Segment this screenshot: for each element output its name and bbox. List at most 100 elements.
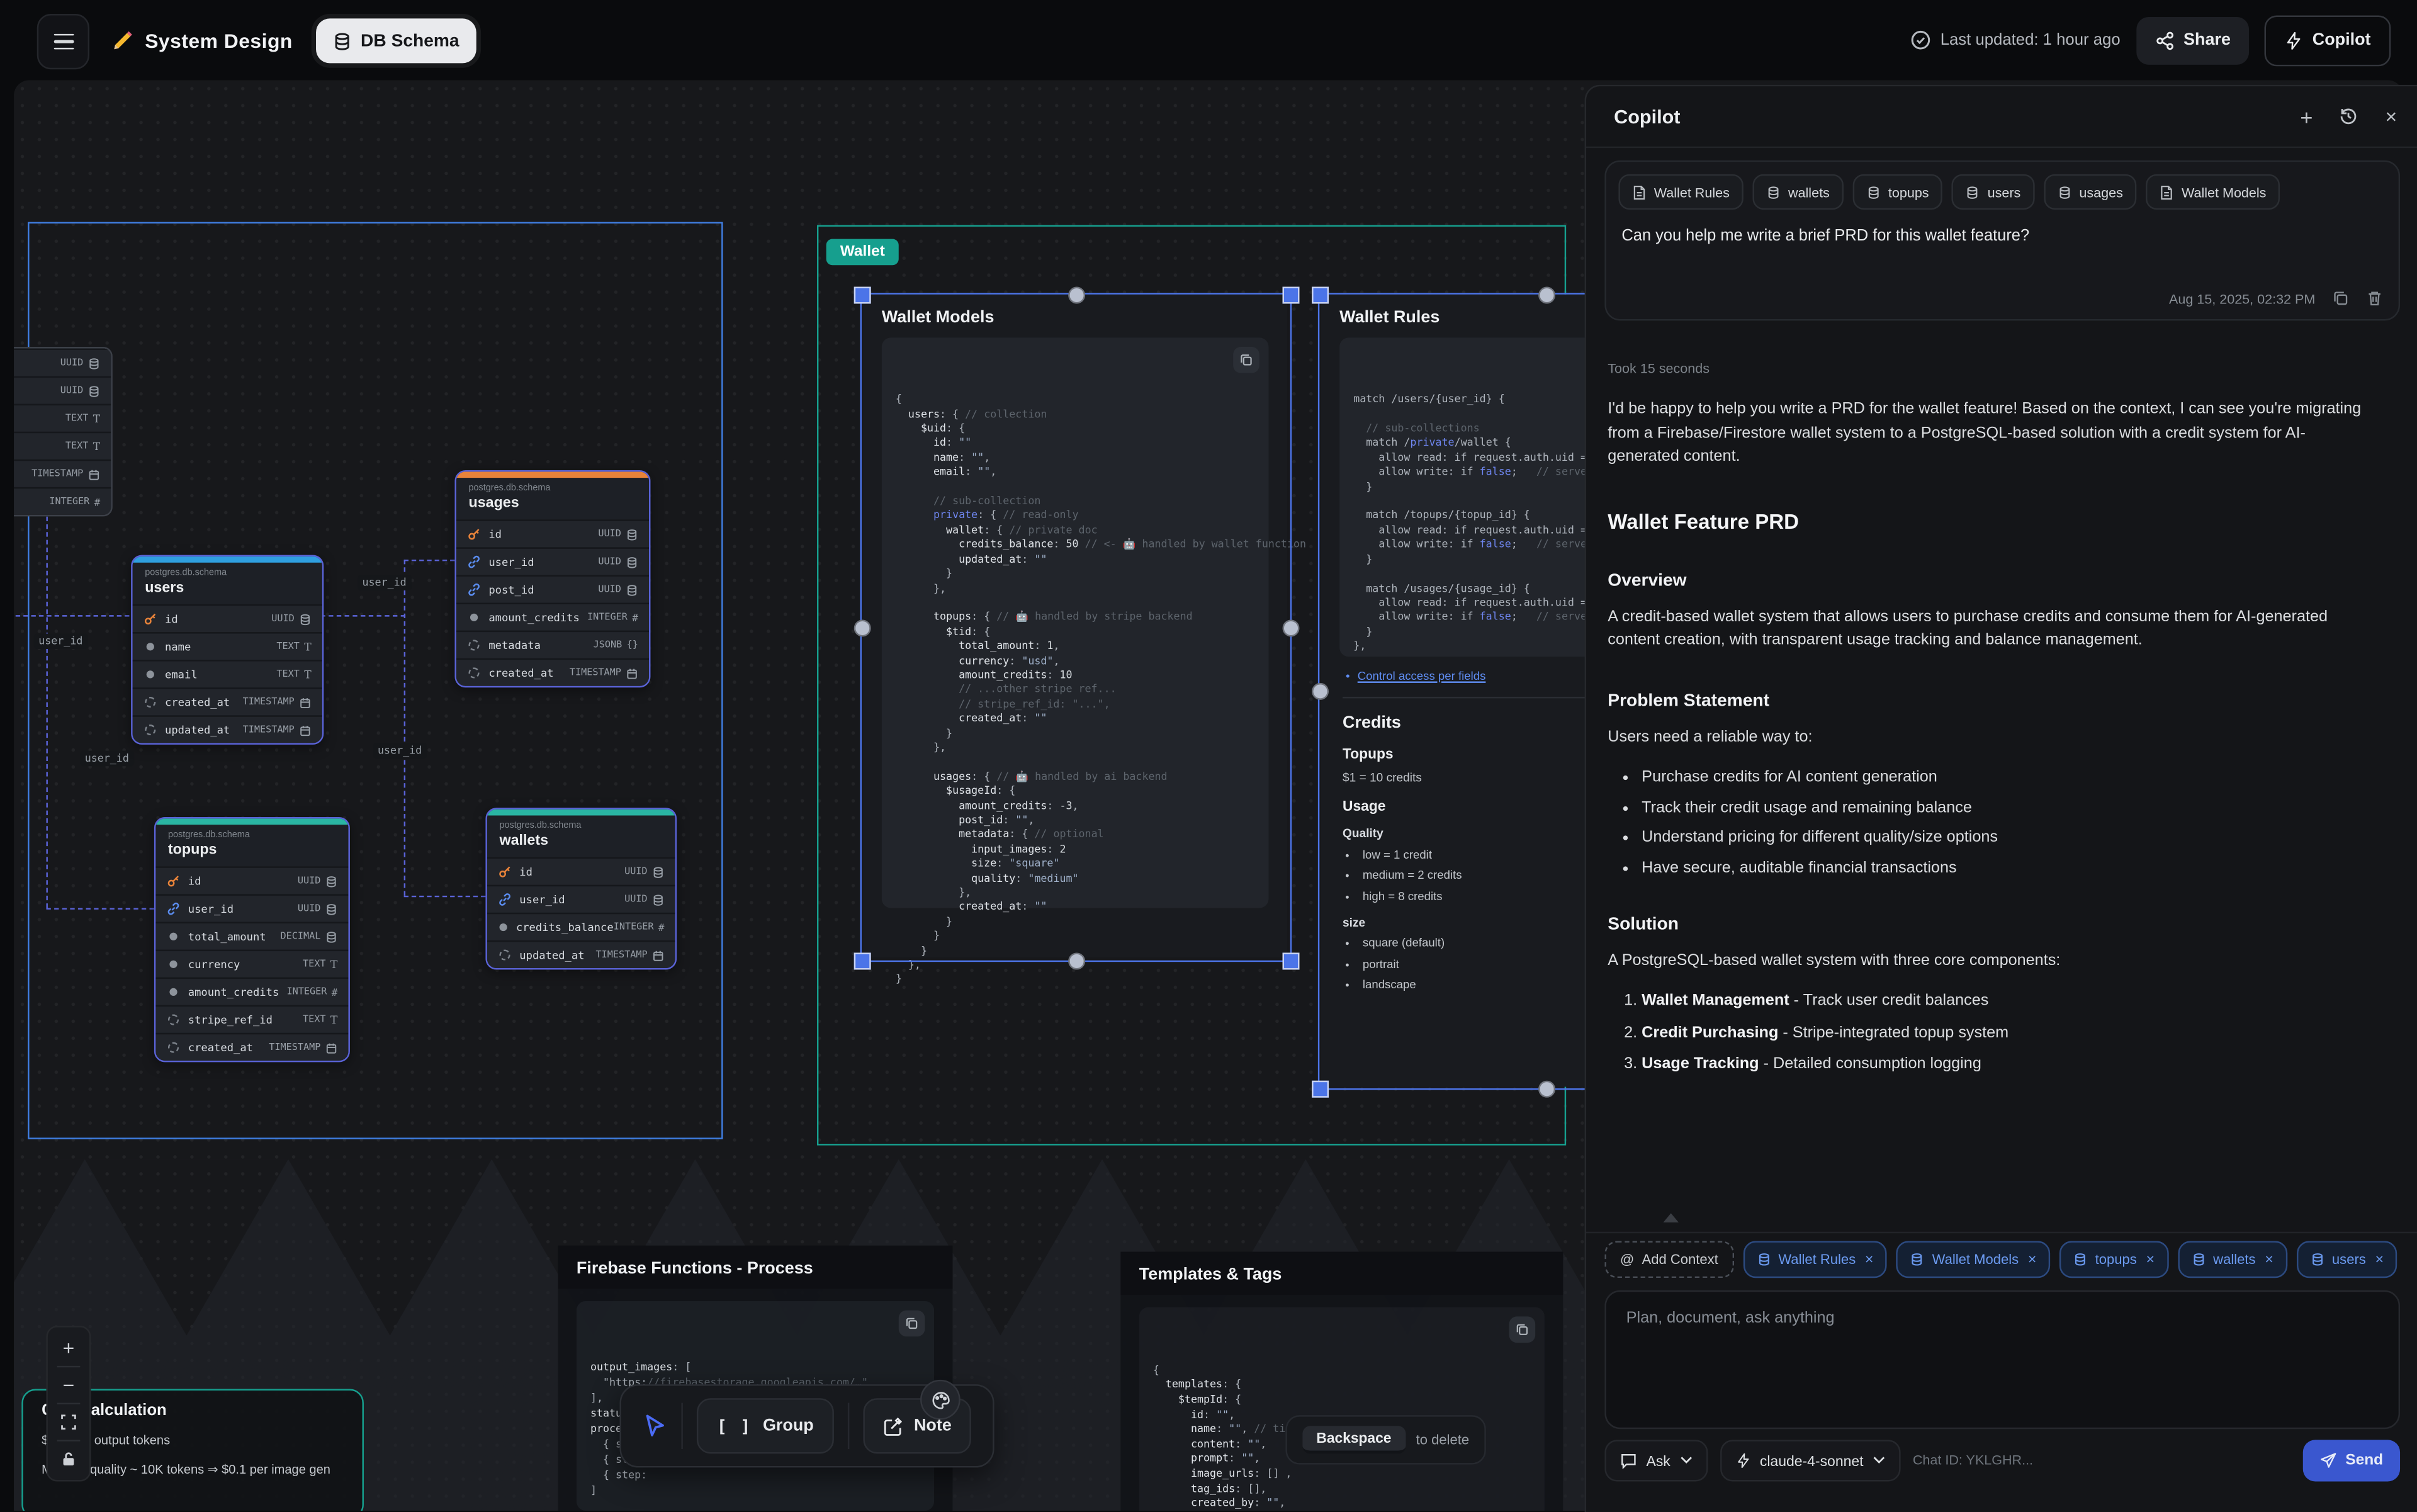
- table-topups[interactable]: postgres.db.schema topups id UUID: [154, 817, 350, 1062]
- table-field-row[interactable]: post_id UUID T#{}: [456, 575, 649, 602]
- input-context-chip[interactable]: topups ×: [2059, 1241, 2168, 1278]
- firebase-functions-panel[interactable]: Firebase Functions - Process output_imag…: [558, 1246, 953, 1511]
- context-chip[interactable]: topups: [1853, 174, 1943, 210]
- selection-handle[interactable]: [854, 287, 871, 304]
- context-chip[interactable]: users: [1952, 174, 2034, 210]
- remove-context-icon[interactable]: ×: [2265, 1251, 2273, 1268]
- copy-message-icon[interactable]: [2332, 290, 2349, 307]
- share-button[interactable]: Share: [2136, 16, 2249, 64]
- copy-code-button[interactable]: [899, 1311, 925, 1337]
- table-field-row[interactable]: id UUID T#{}: [487, 857, 675, 885]
- new-chat-icon[interactable]: +: [2300, 104, 2313, 128]
- input-context-chip[interactable]: Wallet Rules ×: [1743, 1241, 1888, 1278]
- input-context-chip[interactable]: users ×: [2297, 1241, 2398, 1278]
- send-button[interactable]: Send: [2302, 1439, 2400, 1481]
- selection-handle[interactable]: [1312, 287, 1329, 304]
- field-type-icon: T#{}: [88, 357, 101, 370]
- table-field-row[interactable]: TEXT T#{}: [14, 432, 111, 460]
- table-field-row[interactable]: updated_at TIMESTAMP T#{}: [133, 715, 322, 743]
- table-field-row[interactable]: id UUID T#{}: [133, 604, 322, 632]
- group-button[interactable]: [ ] Group: [697, 1398, 834, 1453]
- field-type-icon: T#{}: [325, 903, 338, 915]
- remove-context-icon[interactable]: ×: [2375, 1251, 2384, 1268]
- mode-select[interactable]: Ask: [1604, 1439, 1707, 1481]
- field-type-icon: T#{}: [299, 612, 312, 625]
- copy-code-button[interactable]: [1509, 1316, 1536, 1343]
- table-field-row[interactable]: INTEGER T#{}: [14, 487, 111, 515]
- context-chip-icon: [1757, 1252, 1771, 1267]
- note-icon: [883, 1416, 903, 1436]
- input-context-chip[interactable]: wallets ×: [2178, 1241, 2287, 1278]
- remove-context-icon[interactable]: ×: [2146, 1251, 2155, 1268]
- scroll-indicator[interactable]: [1663, 1213, 1678, 1222]
- table-usages[interactable]: postgres.db.schema usages id UUID: [454, 470, 650, 687]
- selection-handle[interactable]: [1538, 1081, 1555, 1098]
- table-wallets[interactable]: postgres.db.schema wallets id UUID: [485, 808, 677, 969]
- field-type-icon: T#{}: [626, 528, 638, 541]
- input-context-chip[interactable]: Wallet Models ×: [1896, 1241, 2050, 1278]
- style-palette-button[interactable]: [920, 1380, 961, 1420]
- table-users[interactable]: postgres.db.schema users id UUID: [131, 555, 324, 745]
- cursor-tool-icon[interactable]: [643, 1414, 667, 1438]
- table-field-row[interactable]: user_id UUID T#{}: [487, 885, 675, 913]
- table-field-row[interactable]: metadata JSONB T#{}: [456, 631, 649, 658]
- selection-handle[interactable]: [1068, 952, 1085, 969]
- table-field-row[interactable]: updated_at TIMESTAMP T#{}: [487, 940, 675, 968]
- pencil-icon: [111, 28, 134, 52]
- history-icon[interactable]: [2339, 106, 2359, 127]
- selection-handle[interactable]: [1283, 952, 1300, 969]
- table-field-row[interactable]: credits_balance INTEGER T#{}: [487, 913, 675, 940]
- table-field-row[interactable]: amount_credits INTEGER T#{}: [155, 978, 348, 1005]
- selection-handle[interactable]: [1283, 619, 1300, 636]
- add-context-button[interactable]: @ Add Context: [1604, 1241, 1733, 1278]
- zoom-in-button[interactable]: +: [48, 1330, 89, 1365]
- selection-handle[interactable]: [1283, 287, 1300, 304]
- table-field-row[interactable]: user_id UUID T#{}: [155, 894, 348, 922]
- table-field-row[interactable]: UUID T#{}: [14, 376, 111, 404]
- wallet-group-badge[interactable]: Wallet: [826, 239, 899, 266]
- table-field-row[interactable]: total_amount DECIMAL T#{}: [155, 922, 348, 949]
- message-timestamp: Aug 15, 2025, 02:32 PM: [2169, 291, 2315, 306]
- context-chip[interactable]: usages: [2044, 174, 2137, 210]
- chat-input[interactable]: Plan, document, ask anything: [1604, 1290, 2400, 1429]
- delete-message-icon[interactable]: [2366, 290, 2383, 307]
- context-chip[interactable]: wallets: [1753, 174, 1844, 210]
- table-field-row[interactable]: user_id UUID T#{}: [456, 547, 649, 575]
- copy-code-button[interactable]: [1233, 347, 1259, 373]
- wallet-models-panel[interactable]: Wallet Models { users: { // collection $…: [863, 295, 1287, 957]
- selection-handle[interactable]: [1312, 1081, 1329, 1098]
- table-field-row[interactable]: id UUID T#{}: [155, 866, 348, 894]
- context-chip[interactable]: Wallet Models: [2146, 174, 2280, 210]
- lock-button[interactable]: [48, 1441, 89, 1477]
- table-field-row[interactable]: created_at TIMESTAMP T#{}: [133, 687, 322, 715]
- table-field-row[interactable]: amount_credits INTEGER T#{}: [456, 603, 649, 631]
- context-chip[interactable]: Wallet Rules: [1618, 174, 1744, 210]
- selection-handle[interactable]: [1538, 287, 1555, 304]
- table-field-row[interactable]: TIMESTAMP T#{}: [14, 460, 111, 487]
- menu-button[interactable]: [37, 14, 89, 69]
- table-field-row[interactable]: TEXT T#{}: [14, 404, 111, 432]
- table-field-row[interactable]: name TEXT T#{}: [133, 632, 322, 660]
- table-field-row[interactable]: stripe_ref_id TEXT T#{}: [155, 1005, 348, 1033]
- selection-handle[interactable]: [854, 619, 871, 636]
- table-field-row[interactable]: created_at TIMESTAMP T#{}: [155, 1033, 348, 1061]
- table-accent: [487, 810, 675, 816]
- remove-context-icon[interactable]: ×: [2028, 1251, 2037, 1268]
- table-field-row[interactable]: id UUID T#{}: [456, 519, 649, 547]
- model-select[interactable]: claude-4-sonnet: [1720, 1439, 1900, 1481]
- copilot-toggle-button[interactable]: Copilot: [2265, 14, 2391, 65]
- remove-context-icon[interactable]: ×: [1865, 1251, 1874, 1268]
- close-icon[interactable]: ×: [2386, 105, 2397, 128]
- clipped-table-fragment[interactable]: UUID T#{} UUID T#{}: [14, 347, 113, 516]
- table-field-row[interactable]: email TEXT T#{}: [133, 660, 322, 687]
- table-field-row[interactable]: currency TEXT T#{}: [155, 950, 348, 978]
- table-field-row[interactable]: created_at TIMESTAMP T#{}: [456, 658, 649, 686]
- selection-handle[interactable]: [1068, 287, 1085, 304]
- table-field-row[interactable]: UUID T#{}: [14, 348, 111, 376]
- zoom-out-button[interactable]: −: [48, 1367, 89, 1402]
- templates-tags-panel[interactable]: Templates & Tags { templates: { $tempId:…: [1120, 1252, 1563, 1511]
- tab-db-schema[interactable]: DB Schema: [316, 18, 476, 63]
- fit-view-button[interactable]: [48, 1404, 89, 1440]
- selection-handle[interactable]: [1312, 683, 1329, 700]
- selection-handle[interactable]: [854, 952, 871, 969]
